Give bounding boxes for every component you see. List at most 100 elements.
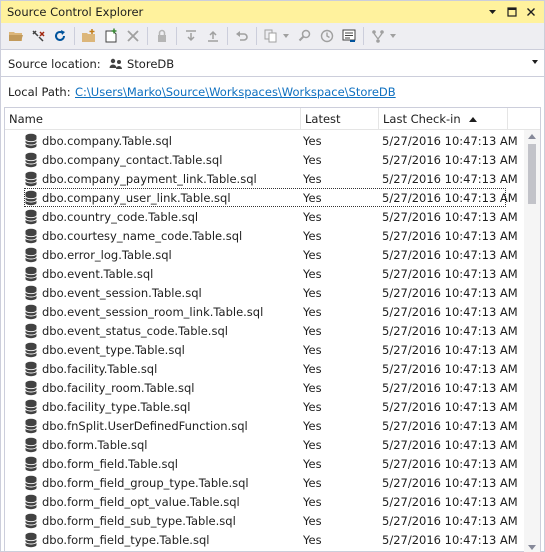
column-latest-label: Latest bbox=[305, 112, 341, 126]
table-row[interactable]: dbo.event.Table.sql Yes 5/27/2016 10:47:13… bbox=[5, 264, 524, 283]
database-icon bbox=[24, 228, 42, 244]
toolbar-separator bbox=[176, 27, 177, 45]
dropdown-icon[interactable] bbox=[485, 4, 500, 19]
toolbar-separator bbox=[256, 27, 257, 45]
chevron-down-icon[interactable] bbox=[532, 60, 538, 64]
file-name: dbo.form_field_sub_type.Table.sql bbox=[42, 513, 236, 528]
last-checkin-cell: 5/27/2016 10:47:13 AM bbox=[382, 247, 518, 262]
table-row[interactable]: dbo.form_field.Table.sql Yes 5/27/2016 10:… bbox=[5, 454, 524, 473]
lock-icon bbox=[151, 26, 172, 47]
last-checkin-cell: 5/27/2016 10:47:13 AM bbox=[382, 152, 518, 167]
table-row[interactable]: dbo.courtesy_name_code.Table.sql Yes 5/27/… bbox=[5, 226, 524, 245]
database-icon bbox=[24, 361, 42, 377]
table-row[interactable]: dbo.country_code.Table.sql Yes 5/27/2016 1… bbox=[5, 207, 524, 226]
compare-dropdown-icon bbox=[282, 26, 290, 47]
database-icon bbox=[24, 475, 42, 491]
latest-cell: Yes bbox=[303, 285, 322, 300]
table-row[interactable]: dbo.facility_type.Table.sql Yes 5/27/2016 … bbox=[5, 397, 524, 416]
file-name: dbo.form_field_group_type.Table.sql bbox=[42, 475, 249, 490]
latest-cell: Yes bbox=[303, 133, 322, 148]
last-checkin-cell: 5/27/2016 10:47:13 AM bbox=[382, 380, 518, 395]
sort-ascending-icon bbox=[468, 116, 477, 122]
table-row[interactable]: dbo.fnSplit.UserDefinedFunction.sql Yes 5/… bbox=[5, 416, 524, 435]
table-row[interactable]: dbo.event_session_room_link.Table.sql Yes… bbox=[5, 302, 524, 321]
last-checkin-cell: 5/27/2016 10:47:13 AM bbox=[382, 513, 518, 528]
column-name[interactable]: Name bbox=[5, 108, 301, 130]
file-name: dbo.company_payment_link.Table.sql bbox=[42, 171, 257, 186]
close-icon[interactable] bbox=[523, 4, 538, 19]
scroll-down-icon[interactable] bbox=[528, 545, 536, 550]
undo-icon bbox=[231, 26, 252, 47]
table-row[interactable]: dbo.facility_room.Table.sql Yes 5/27/2016 … bbox=[5, 378, 524, 397]
database-icon bbox=[24, 323, 42, 339]
latest-cell: Yes bbox=[303, 228, 322, 243]
workspace-icon[interactable] bbox=[338, 26, 359, 47]
file-name: dbo.company_user_link.Table.sql bbox=[42, 190, 231, 205]
latest-cell: Yes bbox=[303, 437, 322, 452]
database-icon bbox=[24, 380, 42, 396]
toolbar-separator bbox=[227, 27, 228, 45]
last-checkin-cell: 5/27/2016 10:47:13 AM bbox=[382, 171, 518, 186]
table-row[interactable]: dbo.company_user_link.Table.sql Yes 5/27/2… bbox=[5, 188, 524, 207]
latest-cell: Yes bbox=[303, 532, 322, 547]
team-project-icon bbox=[109, 57, 123, 71]
table-row[interactable]: dbo.company_payment_link.Table.sql Yes 5/2… bbox=[5, 169, 524, 188]
table-row[interactable]: dbo.event_session.Table.sql Yes 5/27/2016 … bbox=[5, 283, 524, 302]
table-row[interactable]: dbo.form_field_group_type.Table.sql Yes 5/… bbox=[5, 473, 524, 492]
disconnect-icon[interactable] bbox=[27, 26, 48, 47]
latest-cell: Yes bbox=[303, 247, 322, 262]
file-name: dbo.event_type.Table.sql bbox=[42, 342, 185, 357]
file-name: dbo.country_code.Table.sql bbox=[42, 209, 199, 224]
last-checkin-cell: 5/27/2016 10:47:13 AM bbox=[382, 418, 518, 433]
file-name: dbo.facility_type.Table.sql bbox=[42, 399, 191, 414]
table-row[interactable]: dbo.form_field_sub_type.Table.sql Yes 5/27… bbox=[5, 511, 524, 530]
latest-cell: Yes bbox=[303, 418, 322, 433]
column-last-checkin[interactable]: Last Check-in bbox=[379, 108, 508, 130]
file-list: Name Latest Last Check-in dbo.company.Ta… bbox=[4, 107, 541, 552]
table-row[interactable]: dbo.event_type.Table.sql Yes 5/27/2016 10:… bbox=[5, 340, 524, 359]
last-checkin-cell: 5/27/2016 10:47:13 AM bbox=[382, 437, 518, 452]
column-latest[interactable]: Latest bbox=[301, 108, 379, 130]
new-folder-icon[interactable] bbox=[78, 26, 99, 47]
maximize-icon[interactable] bbox=[504, 4, 519, 19]
table-row[interactable]: dbo.error_log.Table.sql Yes 5/27/2016 10:4… bbox=[5, 245, 524, 264]
table-row[interactable]: dbo.company_contact.Table.sql Yes 5/27/201… bbox=[5, 150, 524, 169]
file-name: dbo.company_contact.Table.sql bbox=[42, 152, 223, 167]
delete-icon bbox=[122, 26, 143, 47]
latest-cell: Yes bbox=[303, 190, 322, 205]
table-row[interactable]: dbo.company.Table.sql Yes 5/27/2016 10:47:… bbox=[5, 131, 524, 150]
refresh-icon[interactable] bbox=[49, 26, 70, 47]
vertical-scrollbar[interactable] bbox=[524, 130, 540, 552]
table-row[interactable]: dbo.facility.Table.sql Yes 5/27/2016 10:47… bbox=[5, 359, 524, 378]
latest-cell: Yes bbox=[303, 209, 322, 224]
database-icon bbox=[24, 266, 42, 282]
latest-cell: Yes bbox=[303, 361, 322, 376]
table-row[interactable]: dbo.form.Table.sql Yes 5/27/2016 10:47:13 … bbox=[5, 435, 524, 454]
source-location-row[interactable]: Source location: StoreDB bbox=[1, 51, 544, 77]
open-folder-icon[interactable] bbox=[5, 26, 26, 47]
add-items-icon[interactable] bbox=[100, 26, 121, 47]
title-buttons bbox=[485, 4, 538, 19]
column-last-checkin-label: Last Check-in bbox=[383, 112, 461, 126]
history-icon bbox=[316, 26, 337, 47]
branch-icon bbox=[367, 26, 388, 47]
latest-cell: Yes bbox=[303, 475, 322, 490]
table-row[interactable]: dbo.form_field_opt_value.Table.sql Yes 5/2… bbox=[5, 492, 524, 511]
file-name: dbo.facility_room.Table.sql bbox=[42, 380, 195, 395]
file-name: dbo.event.Table.sql bbox=[42, 266, 154, 281]
local-path-link[interactable]: C:\Users\Marko\Source\Workspaces\Workspa… bbox=[75, 85, 396, 99]
database-icon bbox=[24, 171, 42, 187]
scrollbar-thumb[interactable] bbox=[528, 144, 536, 204]
toolbar-separator bbox=[74, 27, 75, 45]
database-icon bbox=[24, 285, 42, 301]
database-icon bbox=[24, 532, 42, 548]
toolbar-separator bbox=[363, 27, 364, 45]
source-location-value[interactable]: StoreDB bbox=[127, 57, 174, 71]
scroll-up-icon[interactable] bbox=[528, 134, 536, 139]
file-name: dbo.facility.Table.sql bbox=[42, 361, 158, 376]
database-icon bbox=[24, 152, 42, 168]
latest-cell: Yes bbox=[303, 399, 322, 414]
table-row[interactable]: dbo.event_status_code.Table.sql Yes 5/27/2… bbox=[5, 321, 524, 340]
table-row[interactable]: dbo.form_field_type.Table.sql Yes 5/27/201… bbox=[5, 530, 524, 549]
last-checkin-cell: 5/27/2016 10:47:13 AM bbox=[382, 342, 518, 357]
